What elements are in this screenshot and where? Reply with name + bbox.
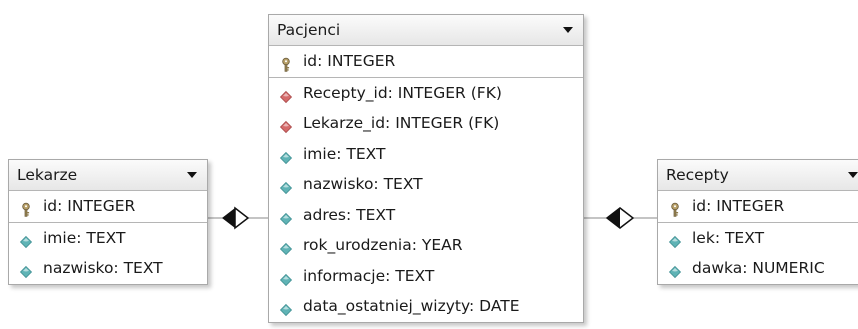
- entity-title: Lekarze: [17, 166, 78, 184]
- dropdown-arrow-icon[interactable]: [848, 172, 858, 178]
- fields-section: lek: TEXT dawka: NUMERIC: [658, 223, 858, 284]
- field-row[interactable]: id: INTEGER: [9, 191, 207, 222]
- field-row[interactable]: data_ostatniej_wizyty: DATE: [269, 291, 583, 322]
- dropdown-arrow-icon[interactable]: [563, 27, 573, 33]
- recepty-relationship-diamond-half: [607, 208, 620, 228]
- field-row[interactable]: informacje: TEXT: [269, 261, 583, 292]
- field-row[interactable]: lek: TEXT: [658, 223, 858, 254]
- entity-title: Pacjenci: [277, 21, 341, 39]
- field-row[interactable]: Lekarze_id: INTEGER (FK): [269, 108, 583, 139]
- field-row[interactable]: Recepty_id: INTEGER (FK): [269, 78, 583, 109]
- field-label: id: INTEGER: [303, 52, 396, 70]
- field-icon: [278, 268, 294, 286]
- field-row[interactable]: imie: TEXT: [269, 139, 583, 170]
- field-icon: [278, 237, 294, 256]
- field-row[interactable]: adres: TEXT: [269, 200, 583, 231]
- field-row[interactable]: nazwisko: TEXT: [269, 169, 583, 200]
- entity-pacjenci[interactable]: Pacjenci id: INTEGER Recepty_id: INTEGER…: [268, 14, 584, 323]
- field-icon: [278, 207, 294, 225]
- field-icon: [18, 230, 34, 248]
- field-label: imie: TEXT: [43, 228, 126, 247]
- field-row[interactable]: id: INTEGER: [658, 191, 858, 222]
- foreign-key-icon: [278, 85, 294, 103]
- field-label: id: INTEGER: [692, 197, 785, 215]
- key-icon: [667, 198, 683, 217]
- lekarze-relationship-diamond-half: [234, 206, 250, 230]
- field-label: adres: TEXT: [303, 205, 396, 224]
- field-row[interactable]: dawka: NUMERIC: [658, 253, 858, 284]
- entity-header[interactable]: Recepty: [658, 160, 858, 191]
- field-row[interactable]: nazwisko: TEXT: [9, 253, 207, 284]
- primary-key-section: id: INTEGER: [9, 191, 207, 223]
- field-label: Recepty_id: INTEGER (FK): [303, 83, 502, 102]
- field-label: rok_urodzenia: YEAR: [303, 236, 463, 254]
- field-label: id: INTEGER: [43, 197, 136, 215]
- dropdown-arrow-icon[interactable]: [187, 172, 197, 178]
- field-label: data_ostatniej_wizyty: DATE: [303, 297, 520, 315]
- entity-recepty[interactable]: Recepty id: INTEGER lek: TEXT dawka: NUME…: [657, 159, 858, 285]
- field-label: dawka: NUMERIC: [692, 259, 825, 277]
- primary-key-section: id: INTEGER: [658, 191, 858, 223]
- primary-key-section: id: INTEGER: [269, 46, 583, 78]
- field-icon: [278, 146, 294, 164]
- field-icon: [667, 230, 683, 248]
- field-icon: [278, 176, 294, 195]
- key-icon: [18, 198, 34, 217]
- field-icon: [667, 260, 683, 279]
- entity-lekarze[interactable]: Lekarze id: INTEGER imie: TEXT nazwisko: …: [8, 159, 208, 285]
- fields-section: Recepty_id: INTEGER (FK) Lekarze_id: INTE…: [269, 78, 583, 322]
- field-label: lek: TEXT: [692, 228, 765, 247]
- field-icon: [278, 298, 294, 317]
- fields-section: imie: TEXT nazwisko: TEXT: [9, 223, 207, 284]
- entity-header[interactable]: Lekarze: [9, 160, 207, 191]
- field-row[interactable]: rok_urodzenia: YEAR: [269, 230, 583, 261]
- field-label: imie: TEXT: [303, 144, 386, 163]
- key-icon: [278, 53, 294, 72]
- field-row[interactable]: id: INTEGER: [269, 46, 583, 77]
- entity-header[interactable]: Pacjenci: [269, 15, 583, 46]
- field-label: Lekarze_id: INTEGER (FK): [303, 114, 500, 132]
- field-label: informacje: TEXT: [303, 266, 435, 285]
- field-icon: [18, 260, 34, 279]
- entity-title: Recepty: [666, 166, 729, 184]
- foreign-key-icon: [278, 115, 294, 134]
- field-label: nazwisko: TEXT: [43, 259, 163, 277]
- field-label: nazwisko: TEXT: [303, 175, 423, 193]
- field-row[interactable]: imie: TEXT: [9, 223, 207, 254]
